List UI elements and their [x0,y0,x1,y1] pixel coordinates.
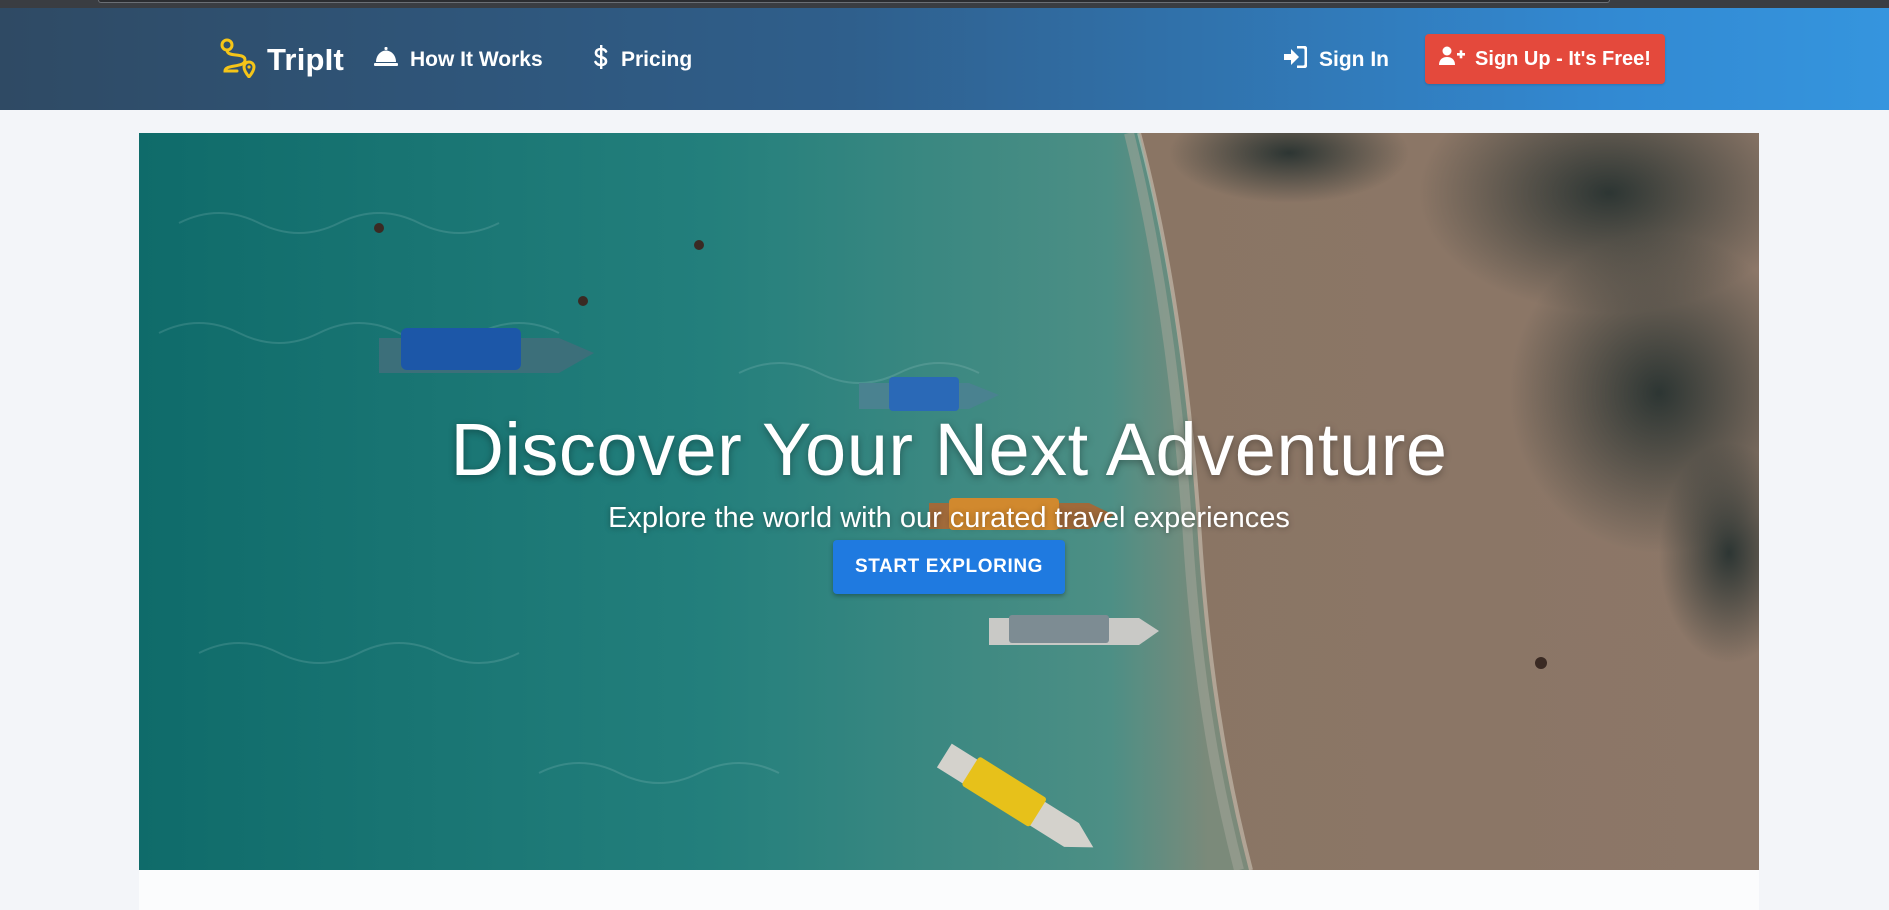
start-exploring-button[interactable]: START EXPLORING [833,539,1065,594]
browser-top-strip [0,0,1889,8]
nav-pricing-label: Pricing [621,48,693,71]
brand-name: TripIt [267,42,344,77]
hero-banner: Discover Your Next Adventure Explore the… [139,133,1759,870]
nav-sign-in-label: Sign In [1319,48,1389,71]
nav-how-it-works[interactable]: How It Works [374,44,543,76]
sign-up-button[interactable]: Sign Up - It's Free! [1425,34,1665,84]
bell-icon [374,47,398,73]
hero-title: Discover Your Next Adventure [450,408,1448,491]
hero-subtitle: Explore the world with our curated trave… [608,502,1290,534]
sign-in-icon [1283,45,1308,74]
hero-content: Discover Your Next Adventure Explore the… [139,413,1759,594]
content-section-top [139,870,1759,910]
browser-address-bar-edge [98,0,1610,3]
dollar-icon [593,45,609,75]
brand-logo-link[interactable]: TripIt [219,38,344,83]
sign-up-label: Sign Up - It's Free! [1475,47,1651,70]
nav-pricing[interactable]: Pricing [593,44,692,76]
user-plus-icon [1439,46,1466,72]
top-navbar: TripIt How It Works Pricing Sign In Sign… [0,8,1889,110]
boat-white [989,615,1159,645]
nav-how-it-works-label: How It Works [410,48,543,71]
route-pin-icon [219,38,257,83]
nav-sign-in[interactable]: Sign In [1283,44,1389,76]
